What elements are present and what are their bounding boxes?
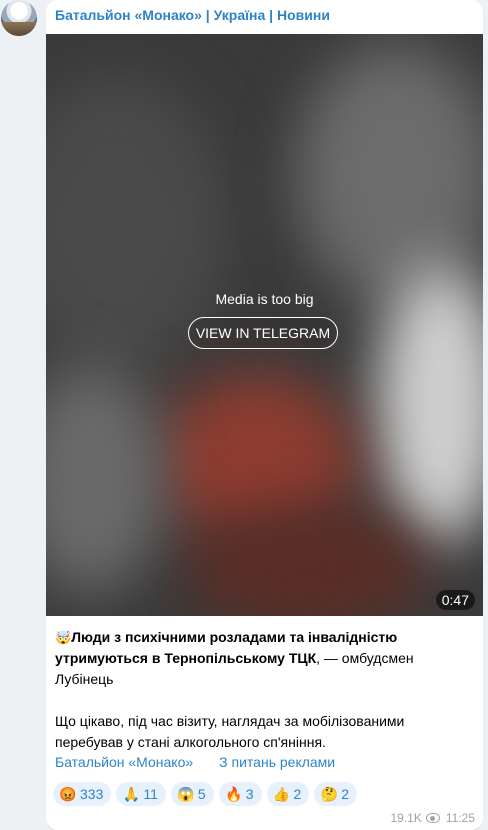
reaction-count: 2 [293, 786, 302, 802]
reaction-chip[interactable]: 👍 2 [266, 782, 310, 806]
media-too-big-text: Media is too big [215, 291, 314, 307]
channel-name-link[interactable]: Батальйон «Монако» | Україна | Новини [55, 7, 475, 23]
reaction-count: 333 [80, 786, 104, 802]
video-preview[interactable]: Media is too big VIEW IN TELEGRAM 0:47 [46, 34, 483, 616]
blur-shape [296, 44, 483, 304]
message-links: Батальйон «Монако» З питань реклами [55, 753, 335, 771]
reaction-chip[interactable]: 😡 333 [53, 782, 112, 806]
enraged-face-icon: 😡 [59, 786, 77, 802]
thinking-face-icon: 🤔 [320, 786, 339, 802]
reactions-bar: 😡 333 🙏 11 😱 5 🔥 3 👍 2 🤔 2 [53, 782, 362, 806]
reaction-chip[interactable]: 🤔 2 [314, 782, 358, 806]
exploding-head-icon: 🤯 [55, 630, 72, 645]
reaction-chip[interactable]: 😱 5 [170, 782, 214, 806]
fire-icon: 🔥 [224, 786, 243, 802]
channel-link[interactable]: Батальйон «Монако» [55, 754, 193, 770]
avatar-landscape [1, 22, 37, 36]
message-time: 11:25 [445, 811, 475, 825]
video-duration-badge: 0:47 [435, 590, 475, 610]
view-count: 19.1K [390, 811, 422, 825]
screaming-face-icon: 😱 [177, 786, 195, 802]
reaction-count: 11 [143, 786, 158, 802]
reaction-count: 2 [341, 786, 350, 802]
reaction-chip[interactable]: 🔥 3 [218, 782, 262, 806]
message-bubble: Батальйон «Монако» | Україна | Новини Me… [46, 0, 483, 830]
ads-contact-link[interactable]: З питань реклами [219, 754, 335, 770]
blur-shape [46, 364, 166, 594]
message-paragraph-1: 🤯Люди з психічними розладами та інвалідн… [55, 627, 475, 690]
message-text: 🤯Люди з психічними розладами та інвалідн… [55, 627, 475, 753]
view-in-telegram-button[interactable]: VIEW IN TELEGRAM [188, 317, 338, 349]
message-meta: 19.1K 11:25 [391, 811, 476, 825]
reaction-chip[interactable]: 🙏 11 [116, 782, 166, 806]
reaction-count: 5 [197, 786, 206, 802]
folded-hands-icon: 🙏 [122, 786, 141, 802]
message-paragraph-2: Що цікаво, під час візиту, наглядач за м… [55, 713, 405, 750]
channel-avatar[interactable] [1, 0, 37, 36]
eye-icon [425, 813, 440, 823]
thumbs-up-icon: 👍 [272, 786, 291, 802]
reaction-count: 3 [245, 786, 254, 802]
